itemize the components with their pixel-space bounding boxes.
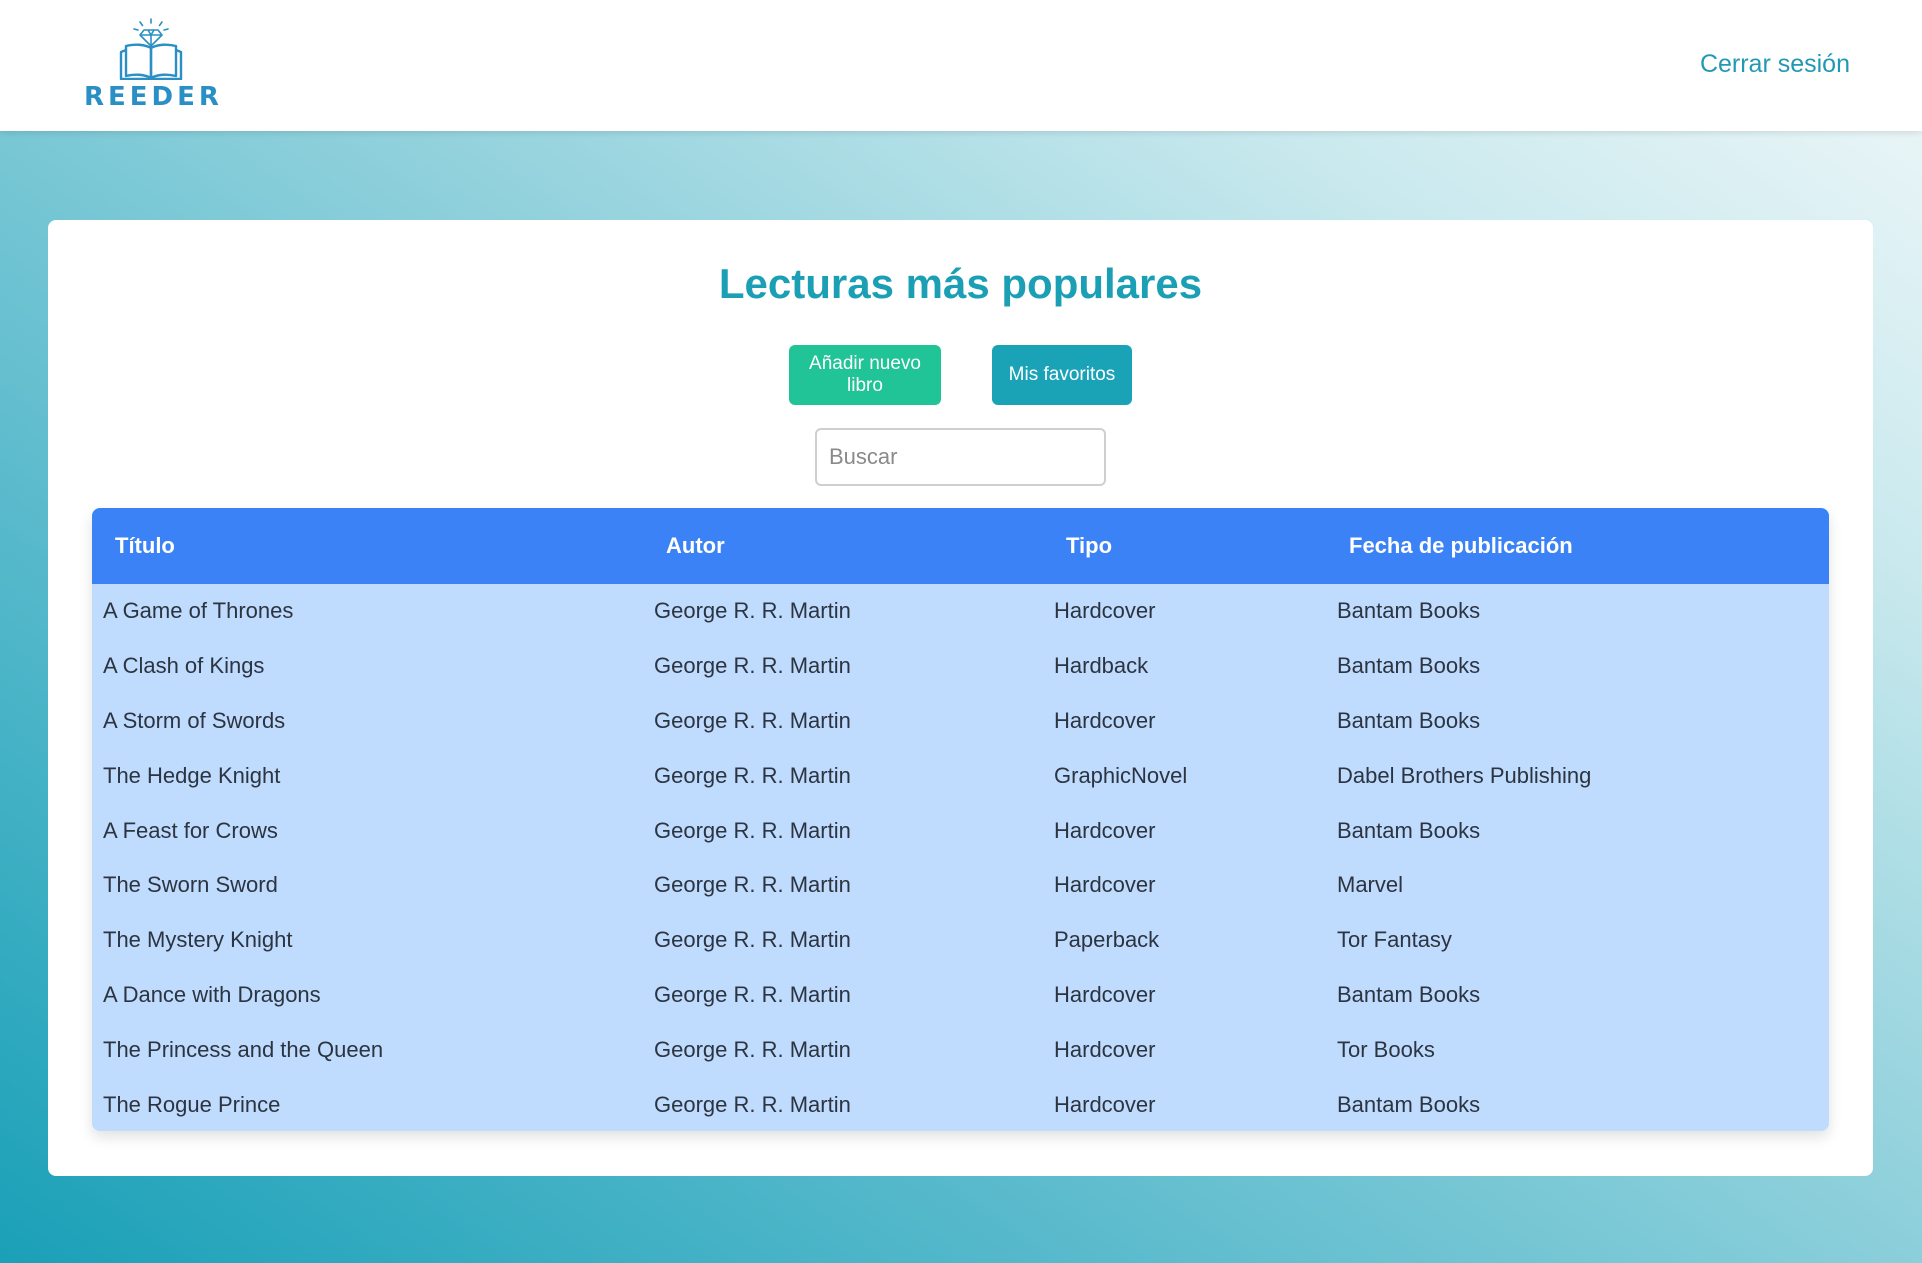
cell-author: George R. R. Martin: [654, 598, 851, 624]
cell-type: Hardcover: [1054, 707, 1156, 733]
cell-publication-date: Bantam Books: [1337, 1091, 1481, 1117]
table-row[interactable]: The Rogue Prince George R. R. Martin Har…: [92, 1077, 1829, 1131]
cell-author: George R. R. Martin: [654, 707, 851, 733]
table-row[interactable]: A Dance with Dragons George R. R. Martin…: [92, 968, 1829, 1023]
cell-title: The Mystery Knight: [103, 927, 293, 953]
cell-publication-date: Bantam Books: [1337, 981, 1481, 1007]
cell-publication-date: Bantam Books: [1337, 598, 1481, 624]
main-card: Lecturas más populares Añadir nuevo libr…: [48, 220, 1873, 1176]
books-table-container: Título Autor Tipo Fecha de publicación A…: [92, 508, 1829, 1131]
cell-publication-date: Dabel Brothers Publishing: [1337, 762, 1592, 788]
cell-title: A Feast for Crows: [103, 817, 278, 843]
cell-type: Hardcover: [1054, 598, 1156, 624]
brand-name: REEDER: [84, 82, 223, 112]
cell-type: Hardcover: [1054, 1091, 1156, 1117]
cell-publication-date: Tor Books: [1337, 1036, 1435, 1062]
books-table: Título Autor Tipo Fecha de publicación A…: [92, 508, 1829, 1131]
table-row[interactable]: The Princess and the Queen George R. R. …: [92, 1022, 1829, 1077]
table-row[interactable]: A Game of Thrones George R. R. Martin Ha…: [92, 584, 1829, 639]
column-header-type: Tipo: [1066, 533, 1113, 558]
cell-type: Hardcover: [1054, 872, 1156, 898]
reeder-logo[interactable]: REEDER: [84, 18, 223, 114]
cell-type: Hardcover: [1054, 1036, 1156, 1062]
cell-title: A Dance with Dragons: [103, 981, 321, 1007]
cell-title: A Clash of Kings: [103, 653, 265, 679]
table-row[interactable]: A Storm of Swords George R. R. Martin Ha…: [92, 694, 1829, 749]
cell-title: The Rogue Prince: [103, 1091, 281, 1117]
cell-author: George R. R. Martin: [654, 653, 851, 679]
cell-type: Paperback: [1054, 927, 1160, 953]
cell-publication-date: Tor Fantasy: [1337, 927, 1452, 953]
logout-link[interactable]: Cerrar sesión: [1700, 50, 1850, 79]
cell-title: A Game of Thrones: [103, 598, 294, 624]
cell-type: Hardback: [1054, 653, 1149, 679]
page-title: Lecturas más populares: [718, 260, 1203, 307]
table-row[interactable]: The Mystery Knight George R. R. Martin P…: [92, 913, 1829, 968]
cell-publication-date: Bantam Books: [1337, 817, 1481, 843]
cell-author: George R. R. Martin: [654, 817, 851, 843]
cell-type: GraphicNovel: [1054, 762, 1188, 788]
column-header-title: Título: [115, 533, 175, 558]
table-header-row: Título Autor Tipo Fecha de publicación: [92, 508, 1829, 584]
column-header-publication-date: Fecha de publicación: [1349, 533, 1573, 558]
cell-author: George R. R. Martin: [654, 762, 851, 788]
search-input[interactable]: [815, 428, 1106, 486]
table-row[interactable]: A Clash of Kings George R. R. Martin Har…: [92, 639, 1829, 694]
cell-author: George R. R. Martin: [654, 1036, 851, 1062]
table-row[interactable]: The Sworn Sword George R. R. Martin Hard…: [92, 858, 1829, 913]
cell-title: The Sworn Sword: [103, 872, 278, 898]
top-navbar: REEDER Cerrar sesión: [0, 0, 1922, 131]
cell-title: A Storm of Swords: [103, 707, 286, 733]
cell-title: The Princess and the Queen: [103, 1036, 384, 1062]
column-header-author: Autor: [666, 533, 725, 558]
cell-publication-date: Bantam Books: [1337, 653, 1481, 679]
cell-title: The Hedge Knight: [103, 762, 281, 788]
cell-publication-date: Marvel: [1337, 872, 1404, 898]
open-book-diamond-icon: [119, 18, 183, 80]
favorites-button[interactable]: Mis favoritos: [992, 345, 1132, 405]
cell-author: George R. R. Martin: [654, 1091, 851, 1117]
cell-author: George R. R. Martin: [654, 872, 851, 898]
cell-type: Hardcover: [1054, 817, 1156, 843]
cell-author: George R. R. Martin: [654, 927, 851, 953]
cell-author: George R. R. Martin: [654, 981, 851, 1007]
table-row[interactable]: A Feast for Crows George R. R. Martin Ha…: [92, 803, 1829, 858]
add-book-button[interactable]: Añadir nuevo libro: [789, 345, 941, 405]
cell-publication-date: Bantam Books: [1337, 707, 1481, 733]
table-row[interactable]: The Hedge Knight George R. R. Martin Gra…: [92, 748, 1829, 803]
cell-type: Hardcover: [1054, 981, 1156, 1007]
